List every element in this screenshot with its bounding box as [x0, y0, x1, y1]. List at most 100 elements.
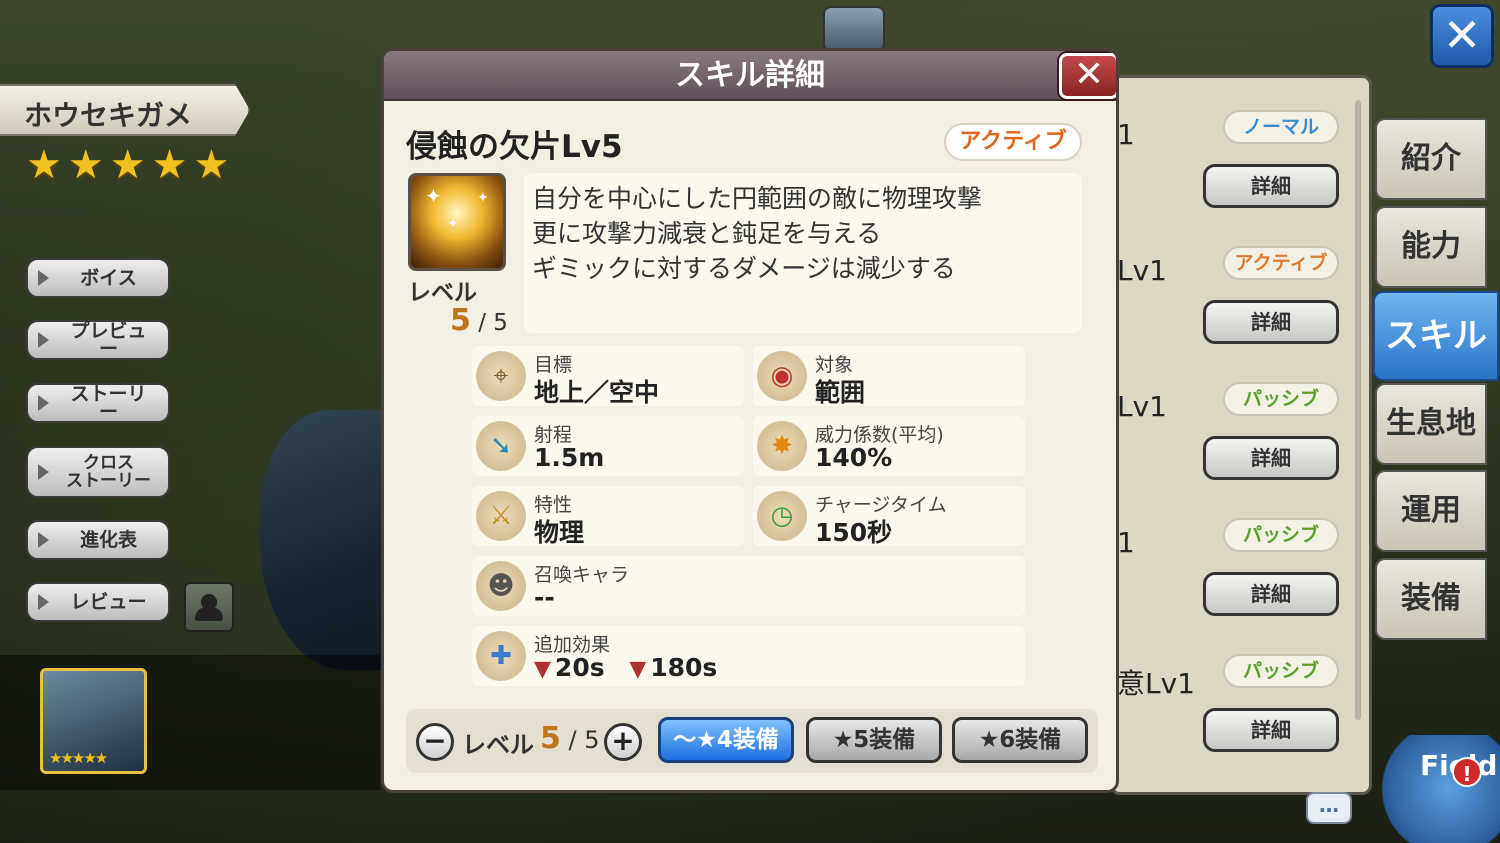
description-line: 更に攻撃力減衰と鈍足を与える	[532, 219, 882, 248]
area-icon: ◉	[757, 351, 807, 401]
sparkle-icon: ✦	[447, 216, 459, 232]
stat-target: ⌖ 目標 地上／空中	[472, 346, 744, 407]
modal-close-button[interactable]: ✕	[1059, 53, 1116, 99]
burst-icon: ✸	[757, 421, 807, 471]
top-character-icon[interactable]	[823, 6, 885, 52]
cross-story-button[interactable]: クロス ストーリー	[26, 446, 170, 498]
user-avatar-button[interactable]	[184, 582, 234, 632]
stat-power: ✸ 威力係数(平均) 140%	[753, 416, 1025, 476]
footer-level-current: 5	[540, 721, 561, 756]
stat-charge: ◷ チャージタイム 150秒	[753, 486, 1025, 547]
footer-level-label: レベル	[462, 731, 534, 759]
stat-extra-effect: ✚ 追加効果 ▼ 20s ▼ 180s	[472, 626, 1025, 686]
star-icon: ★	[151, 142, 188, 188]
detail-button[interactable]: 詳細	[1203, 164, 1339, 208]
tab-usage[interactable]: 運用	[1375, 470, 1487, 552]
sparkle-icon: ✦	[425, 184, 442, 208]
character-portrait[interactable]: ★★★★★	[40, 668, 147, 774]
skill-type-badge: ノーマル	[1223, 110, 1339, 144]
tab-skill[interactable]: スキル	[1373, 291, 1499, 381]
stat-value: 1.5m	[534, 443, 605, 472]
button-label: レビュー	[70, 591, 147, 613]
tab-habitat[interactable]: 生息地	[1375, 383, 1487, 465]
tab-ability[interactable]: 能力	[1375, 206, 1487, 288]
button-label: ストーリー	[70, 383, 147, 423]
skill-name-title: 侵蝕の欠片Lv5	[406, 129, 623, 165]
button-label: クロス ストーリー	[66, 453, 151, 491]
stat-value: --	[534, 583, 555, 612]
character-stars: ★ ★ ★ ★ ★	[26, 145, 229, 185]
skill-type-badge: パッシブ	[1223, 518, 1339, 552]
effect-duration: 20s	[554, 653, 605, 682]
detail-button[interactable]: 詳細	[1203, 572, 1339, 616]
stat-value: 物理	[534, 518, 585, 547]
alert-badge-icon: !	[1452, 757, 1482, 787]
description-line: 自分を中心にした円範囲の敵に物理攻撃	[532, 184, 983, 213]
level-plus-button[interactable]: +	[604, 723, 642, 761]
skill-description: 自分を中心にした円範囲の敵に物理攻撃 更に攻撃力減衰と鈍足を与える ギミックに対…	[524, 173, 1082, 333]
stat-value: ▼ 20s ▼ 180s	[534, 653, 717, 682]
equip-star5-button[interactable]: ★5装備	[806, 717, 942, 763]
close-screen-button[interactable]: ✕	[1430, 4, 1494, 68]
skill-list-item: 意Lv1 パッシブ 詳細	[1117, 642, 1349, 770]
arrow-icon: ➘	[476, 421, 526, 471]
stat-value: 範囲	[815, 378, 866, 407]
stat-value: 地上／空中	[534, 378, 660, 407]
sparkle-icon: ✦	[477, 190, 489, 206]
skill-list-item: 1 パッシブ 詳細	[1117, 506, 1349, 634]
skill-icon: ✦ ✦ ✦	[408, 173, 506, 271]
play-arrow-icon	[38, 395, 49, 411]
star-icon: ★	[193, 142, 230, 188]
equip-star4-button[interactable]: 〜★4装備	[658, 717, 794, 763]
star-icon: ★	[67, 142, 104, 188]
tab-equipment[interactable]: 装備	[1375, 558, 1487, 640]
portrait-stars: ★★★★★	[49, 749, 108, 767]
scrollbar[interactable]	[1355, 100, 1361, 720]
play-arrow-icon	[38, 270, 49, 286]
star-icon: ★	[109, 142, 146, 188]
skill-list-item: 1 ノーマル 詳細	[1117, 98, 1349, 226]
stat-object: ◉ 対象 範囲	[753, 346, 1025, 407]
detail-button[interactable]: 詳細	[1203, 436, 1339, 480]
skill-name: Lv1	[1117, 254, 1167, 287]
equip-star6-button[interactable]: ★6装備	[952, 717, 1088, 763]
play-arrow-icon	[38, 464, 49, 480]
tab-introduction[interactable]: 紹介	[1375, 118, 1487, 200]
detail-button[interactable]: 詳細	[1203, 708, 1339, 752]
skill-detail-modal: スキル詳細 ✕ 侵蝕の欠片Lv5 アクティブ ✦ ✦ ✦ レベル 5 / 5 自…	[381, 48, 1119, 793]
attack-down-icon: ▼	[534, 657, 551, 682]
effect-duration: 180s	[650, 653, 718, 682]
modal-title: スキル詳細	[384, 51, 1116, 101]
voice-button[interactable]: ボイス	[26, 258, 170, 298]
skill-name: 1	[1117, 118, 1135, 151]
sword-icon: ⚔	[476, 491, 526, 541]
star-icon: ★	[26, 142, 62, 188]
slow-icon: ▼	[629, 657, 647, 682]
stat-value: 150秒	[815, 518, 893, 547]
skill-type-badge: パッシブ	[1223, 382, 1339, 416]
skill-name: 意Lv1	[1117, 667, 1195, 700]
skill-list-panel: 1 ノーマル 詳細 Lv1 アクティブ 詳細 Lv1 パッシブ 詳細 1 パッシ…	[1110, 75, 1372, 795]
level-current: 5	[450, 303, 471, 338]
level-max: / 5	[478, 310, 508, 336]
play-arrow-icon	[38, 594, 49, 610]
skill-name: Lv1	[1117, 390, 1167, 423]
evolution-table-button[interactable]: 進化表	[26, 520, 170, 560]
sword-plus-icon: ✚	[476, 631, 526, 681]
story-button[interactable]: ストーリー	[26, 383, 170, 423]
level-value: 5 / 5	[450, 303, 508, 338]
review-button[interactable]: レビュー	[26, 582, 170, 622]
footer-level-value: 5 / 5	[540, 721, 600, 756]
stat-range: ➘ 射程 1.5m	[472, 416, 744, 476]
chat-bubble-icon[interactable]: …	[1306, 792, 1352, 824]
button-label: ボイス	[80, 267, 137, 289]
play-arrow-icon	[38, 332, 49, 348]
stat-trait: ⚔ 特性 物理	[472, 486, 744, 547]
preview-button[interactable]: プレビュー	[26, 320, 170, 360]
skill-list-item: Lv1 アクティブ 詳細	[1117, 234, 1349, 362]
detail-button[interactable]: 詳細	[1203, 300, 1339, 344]
level-label: レベル	[408, 280, 477, 306]
stat-summon: ☻ 召喚キャラ --	[472, 556, 1025, 616]
field-button[interactable]: Field !	[1372, 735, 1500, 843]
level-minus-button[interactable]: −	[416, 723, 454, 761]
